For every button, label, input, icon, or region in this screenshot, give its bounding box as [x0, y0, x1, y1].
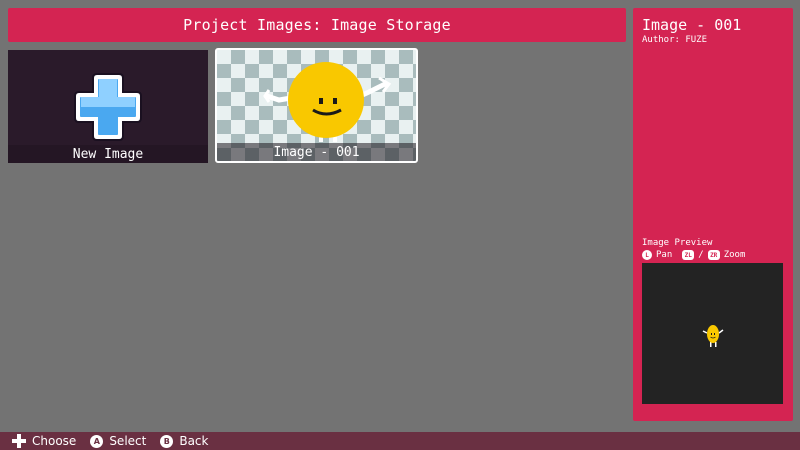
tile-label-new-image: New Image: [8, 145, 208, 163]
back-label: Back: [179, 434, 209, 448]
selected-image-author: Author: FUZE: [642, 35, 708, 45]
select-label: Select: [109, 434, 147, 448]
zoom-separator: /: [698, 250, 704, 260]
tile-label-image-001: Image - 001: [217, 143, 416, 161]
image-details-panel: Image - 001 Author: FUZE Image Preview L…: [633, 8, 793, 421]
zoom-label: Zoom: [723, 250, 746, 260]
image-preview[interactable]: [642, 263, 783, 404]
preview-controls: L Pan ZL / ZR Zoom: [642, 250, 745, 260]
b-button-icon: B: [160, 434, 174, 448]
footer-hints: Choose A Select B Back: [0, 432, 800, 450]
select-hint: A Select: [90, 434, 146, 448]
a-button-icon: A: [90, 434, 104, 448]
new-image-tile[interactable]: New Image: [8, 50, 208, 163]
selected-image-title: Image - 001: [642, 16, 742, 34]
preview-heading: Image Preview: [642, 238, 713, 248]
image-001-tile[interactable]: Image - 001: [215, 48, 418, 163]
back-hint: B Back: [160, 434, 208, 448]
zl-button-icon: ZL: [682, 250, 695, 260]
smiley-sprite-thumbnail: [263, 62, 392, 142]
page-title-bar: Project Images: Image Storage: [8, 8, 626, 42]
choose-label: Choose: [32, 434, 77, 448]
zr-button-icon: ZR: [707, 250, 720, 260]
plus-icon: [74, 73, 142, 141]
dpad-icon: [12, 434, 26, 448]
l-stick-button-icon: L: [642, 250, 652, 260]
smiley-sprite-preview: [702, 325, 724, 347]
choose-hint: Choose: [12, 434, 76, 448]
pan-label: Pan: [656, 250, 673, 260]
page-title: Project Images: Image Storage: [183, 16, 451, 34]
